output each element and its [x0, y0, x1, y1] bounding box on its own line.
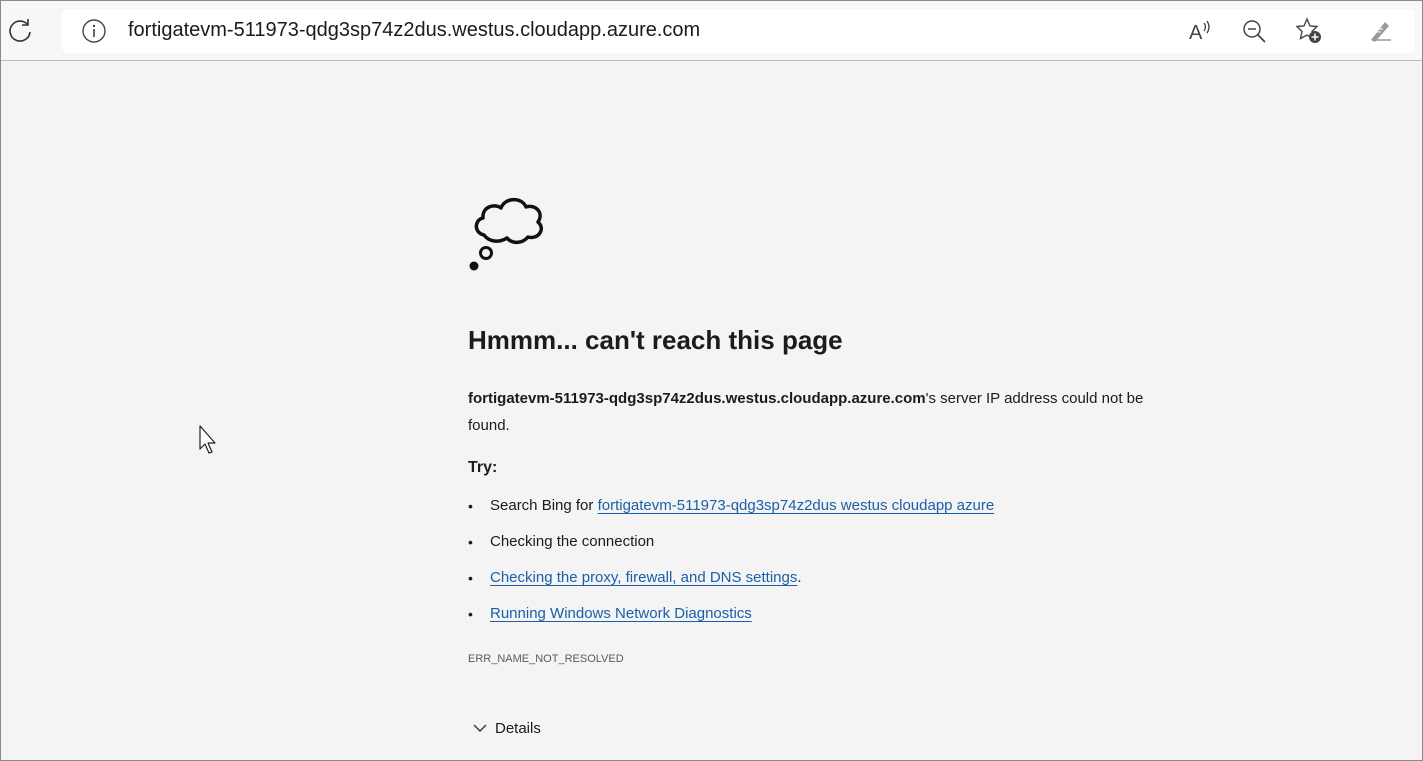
- network-diagnostics-link[interactable]: Running Windows Network Diagnostics: [490, 605, 752, 622]
- zoom-out-icon[interactable]: [1238, 15, 1270, 47]
- error-host: fortigatevm-511973-qdg3sp74z2dus.westus.…: [468, 390, 926, 407]
- details-toggle[interactable]: Details: [473, 720, 541, 737]
- try-label: Try:: [468, 459, 498, 476]
- search-bing-link[interactable]: fortigatevm-511973-qdg3sp74z2dus westus …: [598, 497, 995, 514]
- proxy-settings-link[interactable]: Checking the proxy, firewall, and DNS se…: [490, 569, 797, 586]
- thought-cloud-icon: [468, 187, 554, 278]
- svg-text:A: A: [1189, 22, 1203, 44]
- info-icon[interactable]: [78, 15, 110, 47]
- reload-icon[interactable]: [4, 15, 36, 47]
- details-label: Details: [495, 720, 541, 737]
- check-connection-text: Checking the connection: [490, 533, 655, 550]
- proxy-suffix: .: [797, 569, 802, 586]
- read-aloud-icon[interactable]: A: [1185, 15, 1217, 47]
- mouse-cursor-icon: [199, 425, 219, 460]
- list-item: • Running Windows Network Diagnostics: [468, 605, 752, 622]
- star-add-icon[interactable]: [1293, 15, 1325, 47]
- chevron-down-icon: [473, 720, 495, 737]
- suggestion-list: • Search Bing for fortigatevm-511973-qdg…: [468, 494, 994, 638]
- list-item: • Checking the proxy, firewall, and DNS …: [468, 569, 802, 586]
- error-code: ERR_NAME_NOT_RESOLVED: [468, 653, 624, 665]
- pen-icon[interactable]: [1364, 15, 1396, 47]
- search-prefix: Search Bing for: [490, 497, 598, 514]
- page-title: Hmmm... can't reach this page: [468, 325, 843, 355]
- url-text[interactable]: fortigatevm-511973-qdg3sp74z2dus.westus.…: [128, 19, 700, 42]
- list-item: • Checking the connection: [468, 533, 655, 550]
- address-bar[interactable]: fortigatevm-511973-qdg3sp74z2dus.westus.…: [62, 9, 1415, 53]
- list-item: • Search Bing for fortigatevm-511973-qdg…: [468, 497, 995, 514]
- browser-toolbar: fortigatevm-511973-qdg3sp74z2dus.westus.…: [1, 1, 1422, 61]
- error-message: fortigatevm-511973-qdg3sp74z2dus.westus.…: [468, 385, 1148, 439]
- browser-window: fortigatevm-511973-qdg3sp74z2dus.westus.…: [0, 0, 1423, 761]
